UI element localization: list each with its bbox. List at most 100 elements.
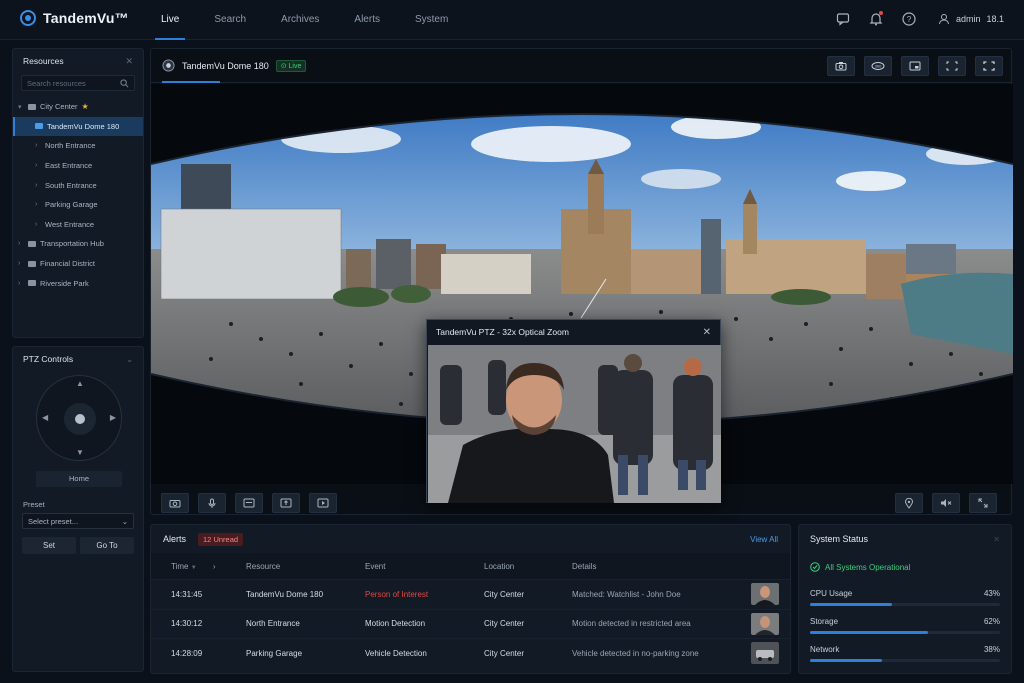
chevron-right-icon: › bbox=[35, 181, 38, 189]
tree-item-label: City Center bbox=[40, 102, 78, 112]
pan-down-icon[interactable]: ▼ bbox=[76, 448, 84, 457]
tree-item-dome-180[interactable]: TandemVu Dome 180 bbox=[13, 116, 143, 137]
view-all-link[interactable]: View All bbox=[750, 535, 778, 544]
alert-thumbnail[interactable] bbox=[751, 642, 779, 665]
close-icon[interactable]: ✕ bbox=[703, 327, 711, 338]
nav-live[interactable]: Live bbox=[154, 0, 186, 40]
picture-in-picture-icon bbox=[909, 61, 921, 71]
chevron-right-icon: › bbox=[35, 220, 38, 228]
video-bottom-tools-right bbox=[895, 493, 997, 513]
help-icon[interactable]: ? bbox=[901, 11, 917, 27]
brand[interactable]: TandemVu™ bbox=[20, 10, 129, 26]
ptz-zoom-popup: TandemVu PTZ - 32x Optical Zoom ✕ bbox=[426, 319, 721, 503]
preset-select[interactable]: Select preset... ⌄ bbox=[22, 513, 134, 529]
app-name: TandemVu™ bbox=[43, 10, 129, 26]
location-button[interactable] bbox=[895, 493, 923, 513]
nav-archives[interactable]: Archives bbox=[281, 0, 319, 40]
cell-location: City Center bbox=[484, 589, 525, 599]
table-row[interactable]: 14:28:09 Parking Garage Vehicle Detectio… bbox=[151, 638, 790, 668]
resources-panel: Resources ✕ Search resources ▾ City Cent… bbox=[12, 48, 144, 338]
expand-button[interactable] bbox=[969, 493, 997, 513]
tree-item-north-entrance[interactable]: › North Entrance bbox=[13, 136, 143, 156]
folder-icon bbox=[28, 280, 36, 287]
nav-system[interactable]: System bbox=[415, 0, 448, 40]
talk-button[interactable] bbox=[198, 493, 226, 513]
cell-time: 14:28:09 bbox=[171, 648, 203, 658]
goto-button[interactable]: Go To bbox=[80, 537, 134, 554]
record-button[interactable] bbox=[235, 493, 263, 513]
pan-up-icon[interactable]: ▲ bbox=[76, 379, 84, 388]
resource-search-input[interactable]: Search resources bbox=[21, 75, 135, 91]
col-details[interactable]: Details bbox=[572, 562, 596, 571]
tree-item-parking-garage[interactable]: › Parking Garage bbox=[13, 195, 143, 215]
fullscreen-button[interactable] bbox=[975, 56, 1003, 76]
metric-value: 38% bbox=[983, 645, 1000, 654]
chevron-right-icon: › bbox=[35, 201, 38, 209]
alert-thumbnail[interactable] bbox=[751, 583, 779, 606]
pan-left-icon[interactable]: ◀ bbox=[42, 413, 48, 422]
logo-icon bbox=[20, 10, 36, 26]
mute-button[interactable] bbox=[932, 493, 960, 513]
chevron-right-icon: › bbox=[18, 260, 21, 268]
camera-tab[interactable]: TandemVu Dome 180 ⊙ Live 360 bbox=[151, 49, 1011, 83]
snapshot-button[interactable] bbox=[827, 56, 855, 76]
metric-bar-fill bbox=[810, 631, 928, 634]
col-event[interactable]: Event bbox=[365, 562, 385, 571]
alert-thumbnail[interactable] bbox=[751, 612, 779, 635]
cell-event: Vehicle Detection bbox=[365, 648, 427, 658]
cell-details: Matched: Watchlist - John Doe bbox=[572, 589, 681, 599]
col-resource[interactable]: Resource bbox=[246, 562, 280, 571]
table-row[interactable]: 14:30:12 North Entrance Motion Detection… bbox=[151, 608, 790, 639]
snapshot-button[interactable] bbox=[161, 493, 189, 513]
pan-right-icon[interactable]: ▶ bbox=[110, 413, 116, 422]
tree-item-east-entrance[interactable]: › East Entrance bbox=[13, 156, 143, 176]
tree-item-south-entrance[interactable]: › South Entrance bbox=[13, 175, 143, 195]
chat-icon[interactable] bbox=[835, 11, 851, 27]
tree-item-west-entrance[interactable]: › West Entrance bbox=[13, 215, 143, 235]
metric-value: 62% bbox=[983, 617, 1000, 626]
speaker-muted-icon bbox=[941, 499, 952, 507]
system-ok-text: All Systems Operational bbox=[825, 562, 911, 572]
tree-item-label: North Entrance bbox=[45, 141, 96, 151]
close-icon[interactable]: ✕ bbox=[125, 56, 133, 67]
preset-label: Preset bbox=[23, 500, 45, 509]
system-ok-status: All Systems Operational bbox=[799, 559, 1011, 575]
set-button[interactable]: Set bbox=[22, 537, 76, 554]
cell-details: Motion detected in restricted area bbox=[572, 619, 691, 629]
tree-item-label: West Entrance bbox=[45, 219, 95, 229]
ptz-joystick[interactable]: ▲ ▼ ◀ ▶ bbox=[36, 375, 122, 461]
tree-item-riverside-park[interactable]: › Riverside Park bbox=[13, 273, 143, 293]
metric-network: Network 38% bbox=[810, 645, 1000, 662]
metric-value: 43% bbox=[983, 589, 1000, 598]
cell-resource: TandemVu Dome 180 bbox=[246, 589, 324, 599]
metric-bar-fill bbox=[810, 659, 883, 662]
tree-item-financial-district[interactable]: › Financial District bbox=[13, 254, 143, 274]
metric-label: Network bbox=[810, 645, 840, 654]
playback-button[interactable] bbox=[309, 493, 337, 513]
home-button[interactable]: Home bbox=[36, 471, 122, 487]
col-location[interactable]: Location bbox=[484, 562, 514, 571]
ptz-panel: PTZ Controls ⌄ ▲ ▼ ◀ ▶ Home Preset Selec… bbox=[12, 346, 144, 672]
notification-bell-icon[interactable] bbox=[868, 11, 884, 27]
nav-alerts[interactable]: Alerts bbox=[354, 0, 380, 40]
fit-button[interactable] bbox=[938, 56, 966, 76]
tree-item-city-center[interactable]: ▾ City Center ★ bbox=[13, 97, 143, 117]
joystick-knob[interactable] bbox=[64, 403, 96, 435]
col-time[interactable]: Time ▼ › bbox=[171, 562, 216, 571]
user-menu[interactable]: admin 18.1 bbox=[938, 13, 1004, 25]
top-bar: TandemVu™ Live Search Archives Alerts Sy… bbox=[0, 0, 1024, 40]
tree-item-transportation-hub[interactable]: › Transportation Hub bbox=[13, 234, 143, 254]
record-icon bbox=[243, 498, 255, 508]
pip-button[interactable] bbox=[901, 56, 929, 76]
microphone-icon bbox=[208, 498, 216, 508]
export-button[interactable] bbox=[272, 493, 300, 513]
view-360-button[interactable]: 360 bbox=[864, 56, 892, 76]
metric-bar bbox=[810, 659, 1000, 662]
chevron-down-icon[interactable]: ⌄ bbox=[126, 355, 133, 364]
nav-search[interactable]: Search bbox=[214, 0, 246, 40]
close-icon[interactable]: ✕ bbox=[993, 535, 1000, 544]
table-row[interactable]: 14:31:45 TandemVu Dome 180 Person of Int… bbox=[151, 579, 790, 609]
ptz-zoom-feed[interactable] bbox=[428, 345, 721, 503]
star-icon[interactable]: ★ bbox=[82, 102, 89, 111]
camera-name: TandemVu Dome 180 bbox=[182, 60, 269, 71]
